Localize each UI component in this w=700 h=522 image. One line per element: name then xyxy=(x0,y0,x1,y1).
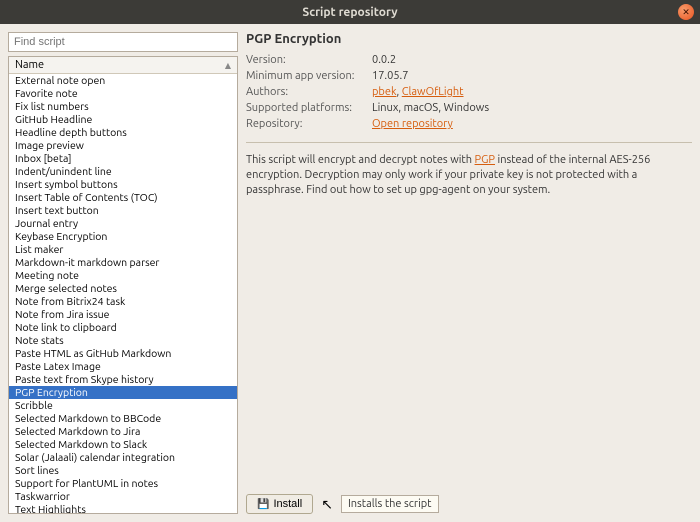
platforms-label: Supported platforms: xyxy=(246,100,366,116)
list-item[interactable]: List maker xyxy=(9,243,237,256)
list-item[interactable]: PGP Encryption xyxy=(9,386,237,399)
window-title: Script repository xyxy=(302,6,397,19)
list-item[interactable]: Meeting note xyxy=(9,269,237,282)
search-input[interactable] xyxy=(8,32,238,52)
install-button[interactable]: 💾 Install xyxy=(246,494,313,514)
list-item[interactable]: Sort lines xyxy=(9,464,237,477)
repo-label: Repository: xyxy=(246,116,366,132)
list-item[interactable]: Favorite note xyxy=(9,87,237,100)
install-label: Install xyxy=(273,498,302,510)
list-item[interactable]: Keybase Encryption xyxy=(9,230,237,243)
titlebar: Script repository ✕ xyxy=(0,0,700,24)
script-list-frame: Name ▲ External note openFavorite noteFi… xyxy=(8,56,238,514)
list-item[interactable]: Note stats xyxy=(9,334,237,347)
save-icon: 💾 xyxy=(257,499,269,510)
list-item[interactable]: Fix list numbers xyxy=(9,100,237,113)
list-item[interactable]: Solar (Jalaali) calendar integration xyxy=(9,451,237,464)
list-item[interactable]: Insert symbol buttons xyxy=(9,178,237,191)
mouse-cursor-icon: ↖ xyxy=(321,496,333,513)
list-item[interactable]: Selected Markdown to BBCode xyxy=(9,412,237,425)
script-list[interactable]: External note openFavorite noteFix list … xyxy=(9,74,237,513)
list-item[interactable]: Insert text button xyxy=(9,204,237,217)
list-item[interactable]: Text Highlights xyxy=(9,503,237,513)
list-item[interactable]: Inbox [beta] xyxy=(9,152,237,165)
detail-panel: PGP Encryption Version: 0.0.2 Minimum ap… xyxy=(246,32,692,514)
separator xyxy=(246,142,692,143)
list-item[interactable]: Scribble xyxy=(9,399,237,412)
list-item[interactable]: Image preview xyxy=(9,139,237,152)
platforms-value: Linux, macOS, Windows xyxy=(372,100,489,116)
minapp-value: 17.05.7 xyxy=(372,68,408,84)
minapp-label: Minimum app version: xyxy=(246,68,366,84)
list-item[interactable]: Note from Bitrix24 task xyxy=(9,295,237,308)
list-item[interactable]: Note from Jira issue xyxy=(9,308,237,321)
install-bar: 💾 Install ↖ Installs the script xyxy=(246,494,692,514)
author-link-1[interactable]: pbek xyxy=(372,86,397,98)
close-icon[interactable]: ✕ xyxy=(678,4,694,20)
authors-label: Authors: xyxy=(246,84,366,100)
list-item[interactable]: Selected Markdown to Jira xyxy=(9,425,237,438)
list-item[interactable]: Markdown-it markdown parser xyxy=(9,256,237,269)
content-area: Name ▲ External note openFavorite noteFi… xyxy=(0,24,700,522)
list-item[interactable]: Headline depth buttons xyxy=(9,126,237,139)
sort-arrow-icon: ▲ xyxy=(225,61,231,70)
list-header[interactable]: Name ▲ xyxy=(9,57,237,74)
list-item[interactable]: Support for PlantUML in notes xyxy=(9,477,237,490)
list-item[interactable]: Note link to clipboard xyxy=(9,321,237,334)
list-item[interactable]: Merge selected notes xyxy=(9,282,237,295)
list-item[interactable]: GitHub Headline xyxy=(9,113,237,126)
list-item[interactable]: Indent/unindent line xyxy=(9,165,237,178)
list-item[interactable]: Insert Table of Contents (TOC) xyxy=(9,191,237,204)
list-item[interactable]: Paste text from Skype history xyxy=(9,373,237,386)
meta-table: Version: 0.0.2 Minimum app version: 17.0… xyxy=(246,52,692,132)
list-item[interactable]: Taskwarrior xyxy=(9,490,237,503)
script-description: This script will encrypt and decrypt not… xyxy=(246,153,692,198)
list-item[interactable]: Paste HTML as GitHub Markdown xyxy=(9,347,237,360)
script-title: PGP Encryption xyxy=(246,32,692,46)
list-item[interactable]: Paste Latex Image xyxy=(9,360,237,373)
version-value: 0.0.2 xyxy=(372,52,396,68)
version-label: Version: xyxy=(246,52,366,68)
pgp-link[interactable]: PGP xyxy=(475,154,495,166)
list-item[interactable]: Journal entry xyxy=(9,217,237,230)
install-tooltip: Installs the script xyxy=(341,495,439,513)
author-link-2[interactable]: ClawOfLight xyxy=(402,86,464,98)
list-item[interactable]: Selected Markdown to Slack xyxy=(9,438,237,451)
left-panel: Name ▲ External note openFavorite noteFi… xyxy=(8,32,238,514)
list-item[interactable]: External note open xyxy=(9,74,237,87)
authors-value: pbek, ClawOfLight xyxy=(372,84,464,100)
repo-link[interactable]: Open repository xyxy=(372,118,453,130)
list-header-label: Name xyxy=(15,59,44,71)
